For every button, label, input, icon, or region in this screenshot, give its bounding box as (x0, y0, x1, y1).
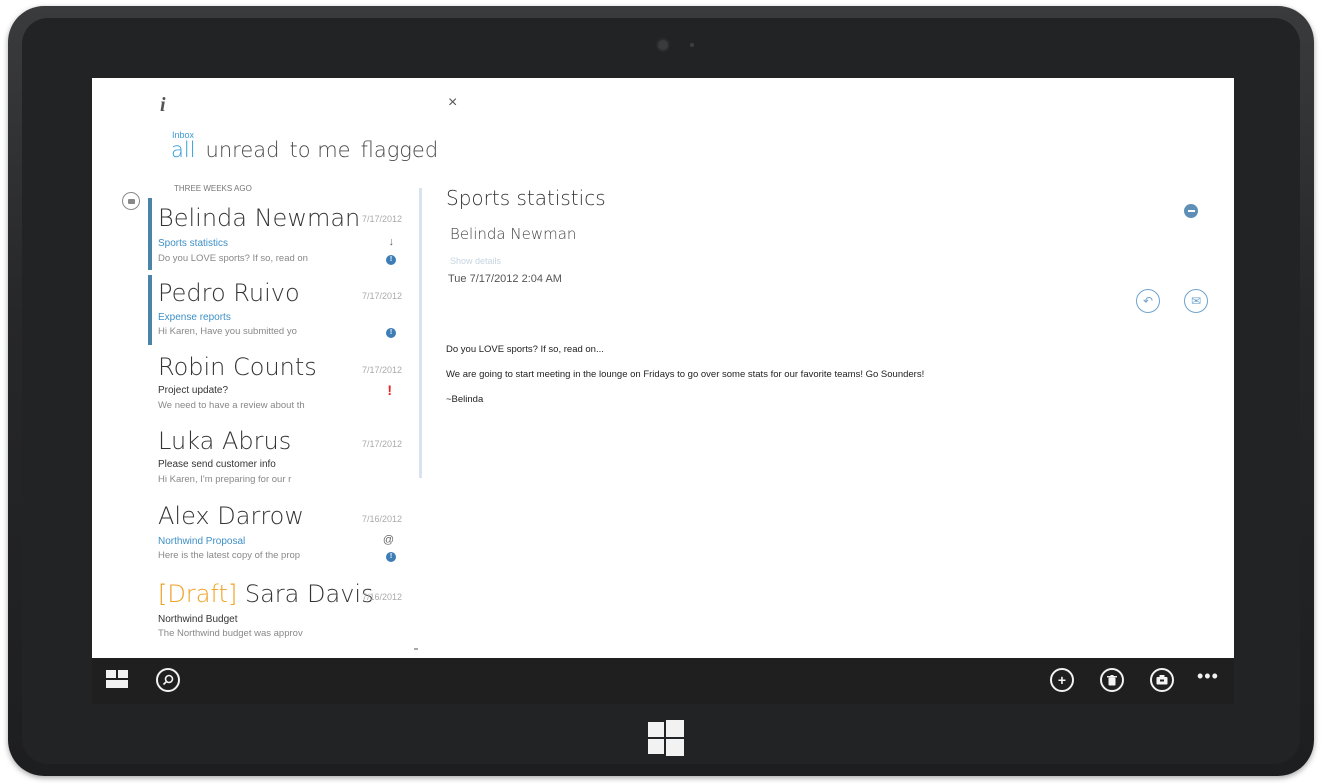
sender-name: [Draft] Sara Davis (158, 580, 374, 608)
list-item[interactable]: Robin Counts 7/17/2012 Project update? !… (148, 349, 408, 419)
message-subject: Expense reports (158, 312, 231, 323)
camera-sensor (690, 43, 694, 47)
sender-name: Luka Abrus (158, 427, 292, 455)
sender-name: Robin Counts (158, 353, 317, 381)
camera (656, 38, 670, 52)
message-list: Belinda Newman 7/17/2012 Sports statisti… (148, 198, 408, 648)
message-preview: Hi Karen, I'm preparing for our r (158, 474, 292, 485)
tab-to-me[interactable]: to me (289, 138, 350, 162)
sync-icon[interactable] (122, 192, 140, 210)
start-icon[interactable] (106, 670, 128, 688)
screen: i Inbox all unread to me flagged THREE W… (92, 78, 1234, 704)
tab-unread[interactable]: unread (206, 138, 280, 162)
message-preview: We need to have a review about th (158, 400, 305, 411)
app-logo: i (160, 94, 166, 116)
message-subject: Northwind Proposal (158, 536, 246, 547)
tab-all[interactable]: all (171, 138, 196, 162)
message-body: Do you LOVE sports? If so, read on... We… (446, 344, 924, 419)
list-item[interactable]: Luka Abrus 7/17/2012 Please send custome… (148, 423, 408, 493)
sender-name-text: Sara Davis (244, 580, 374, 608)
message-date: 7/17/2012 (361, 291, 402, 301)
selection-bar (148, 198, 152, 270)
draft-label: [Draft] (158, 580, 238, 608)
move-icon[interactable] (1150, 668, 1174, 692)
reply-icon[interactable]: ↶ (1136, 289, 1160, 313)
message-subject: Sports statistics (158, 238, 229, 249)
message-preview: Hi Karen, Have you submitted yo (158, 326, 297, 337)
selection-bar (148, 275, 152, 345)
reading-date: Tue 7/17/2012 2:04 AM (448, 273, 562, 285)
unread-badge-icon: ! (386, 255, 396, 265)
list-item[interactable]: [Draft] Sara Davis 7/16/2012 Northwind B… (148, 576, 408, 648)
delete-icon[interactable] (1100, 668, 1124, 692)
filter-tabs: all unread to me flagged (171, 138, 438, 162)
close-button[interactable]: × (448, 94, 457, 112)
list-item[interactable]: Belinda Newman 7/17/2012 Sports statisti… (148, 198, 408, 273)
low-importance-icon: ↓ (388, 236, 395, 248)
sender-name: Belinda Newman (158, 204, 361, 232)
new-icon[interactable]: + (1050, 668, 1074, 692)
message-date: 7/16/2012 (361, 592, 402, 602)
message-preview: Here is the latest copy of the prop (158, 550, 301, 561)
unread-badge-icon: ! (386, 328, 396, 338)
section-header: THREE WEEKS AGO (174, 184, 252, 193)
attachment-icon: @ (382, 534, 394, 546)
message-subject: Project update? (158, 385, 229, 396)
list-scrollbar[interactable] (419, 188, 422, 478)
message-date: 7/17/2012 (361, 214, 402, 224)
reading-sender[interactable]: Belinda Newman (450, 225, 576, 243)
sender-name: Alex Darrow (158, 502, 304, 530)
body-line: Do you LOVE sports? If so, read on... (446, 344, 604, 355)
show-details-link[interactable]: Show details (450, 256, 501, 266)
list-item[interactable]: Alex Darrow 7/16/2012 Northwind Proposal… (148, 496, 408, 572)
list-item[interactable]: Pedro Ruivo 7/17/2012 Expense reports Hi… (148, 275, 408, 347)
more-options-button[interactable]: ••• (1197, 666, 1219, 687)
collapse-icon[interactable] (1184, 204, 1198, 218)
message-subject: Northwind Budget (158, 614, 238, 625)
message-date: 7/16/2012 (361, 514, 402, 524)
unread-badge-icon: ! (386, 552, 396, 562)
app-bar: + ••• (92, 658, 1234, 704)
windows-logo-icon[interactable] (648, 720, 684, 756)
message-date: 7/17/2012 (361, 365, 402, 375)
flag-important-icon: ! (387, 382, 392, 398)
body-line: We are going to start meeting in the lou… (446, 369, 925, 380)
reading-subject: Sports statistics (446, 186, 606, 210)
message-date: 7/17/2012 (361, 439, 402, 449)
message-preview: The Northwind budget was approv (158, 628, 303, 639)
message-preview: Do you LOVE sports? If so, read on (158, 253, 308, 264)
list-scroll-indicator (414, 648, 418, 650)
search-icon[interactable] (156, 668, 180, 692)
sender-name: Pedro Ruivo (158, 279, 300, 307)
tab-flagged[interactable]: flagged (361, 138, 439, 162)
body-line: ~Belinda (446, 394, 484, 405)
message-subject: Please send customer info (158, 459, 276, 470)
mark-read-icon[interactable]: ✉ (1184, 289, 1208, 313)
